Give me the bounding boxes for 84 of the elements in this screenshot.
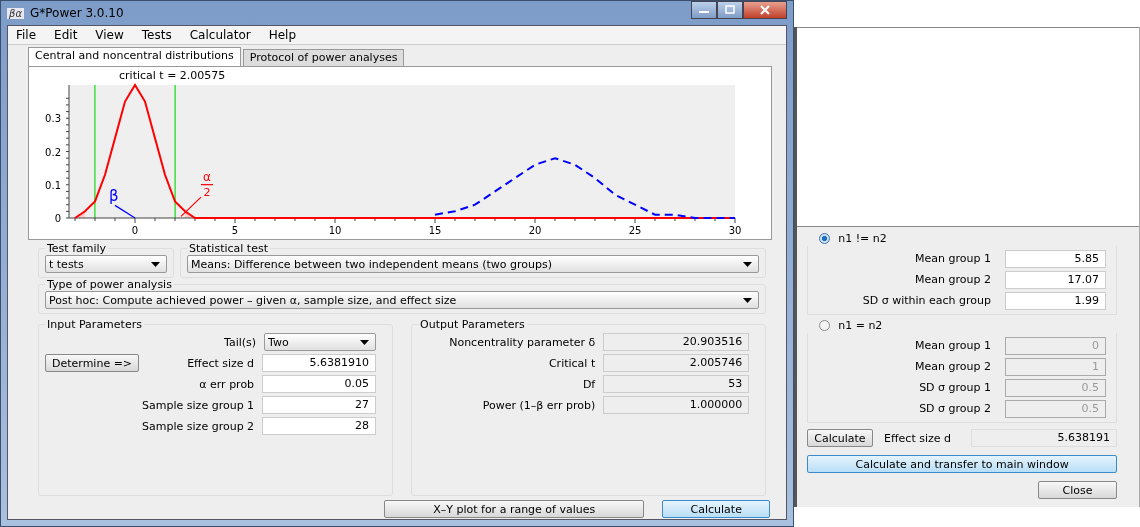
calculate-button[interactable]: Calculate bbox=[662, 500, 771, 518]
radio-label: n1 != n2 bbox=[838, 231, 887, 245]
field-label: Mean group 2 bbox=[915, 273, 991, 286]
group-label: Statistical test bbox=[188, 242, 269, 255]
field-label: Sample size group 2 bbox=[142, 419, 255, 433]
maximize-button[interactable] bbox=[717, 1, 744, 19]
leader-line bbox=[114, 204, 136, 219]
caret-icon bbox=[151, 261, 160, 267]
xy-plot-button[interactable]: X–Y plot for a range of values bbox=[384, 500, 645, 518]
field-label: Noncentrality parameter δ bbox=[449, 335, 596, 349]
output-field: 5.638191 bbox=[971, 429, 1117, 447]
field-label: Effect size d bbox=[884, 431, 951, 445]
close-button[interactable] bbox=[743, 1, 788, 19]
output-field: 20.903516 bbox=[603, 333, 750, 351]
output-field: 1.000000 bbox=[603, 396, 750, 414]
menu-item[interactable]: Edit bbox=[54, 28, 78, 42]
power-analysis-dropdown[interactable]: Post hoc: Compute achieved power – given α, sample size, and effect size bbox=[45, 291, 760, 309]
group-label: Output Parameters bbox=[419, 318, 526, 331]
caret-icon bbox=[743, 261, 753, 267]
x-tick-label: 10 bbox=[328, 225, 342, 236]
y-tick-label: 0.3 bbox=[45, 113, 61, 125]
group-label: Input Parameters bbox=[46, 318, 143, 331]
x-tick-label: 0 bbox=[131, 225, 139, 236]
menu-item[interactable]: Tests bbox=[141, 28, 172, 42]
field-label: Mean group 1 bbox=[915, 339, 991, 352]
y-tick-label: 0 bbox=[54, 213, 61, 224]
input-field[interactable]: 28 bbox=[262, 417, 377, 435]
radio-button[interactable] bbox=[819, 232, 831, 244]
x-tick-label: 25 bbox=[628, 225, 642, 236]
alpha-label: α bbox=[203, 170, 211, 185]
x-tick-label: 30 bbox=[728, 225, 742, 236]
radio-button[interactable] bbox=[819, 319, 831, 331]
field-label: SD σ group 2 bbox=[919, 402, 991, 415]
caret-icon bbox=[743, 297, 753, 303]
leader-line bbox=[180, 196, 202, 217]
input-field[interactable]: 5.6381910 bbox=[262, 354, 377, 372]
tails-dropdown[interactable]: Two bbox=[264, 333, 377, 351]
field-label: Tail(s) bbox=[224, 335, 257, 349]
input-field[interactable]: 0.05 bbox=[262, 375, 377, 393]
determine-button[interactable]: Determine => bbox=[45, 354, 140, 372]
chart-title: critical t = 2.00575 bbox=[119, 69, 226, 82]
app-icon: βα bbox=[7, 7, 24, 19]
input-field[interactable]: 5.85 bbox=[1005, 249, 1106, 268]
close-button[interactable]: Close bbox=[1038, 481, 1117, 499]
y-tick-label: 0.2 bbox=[45, 146, 61, 158]
tab[interactable]: Protocol of power analyses bbox=[242, 49, 405, 66]
field-label: Sample size group 1 bbox=[142, 398, 255, 412]
output-field: 53 bbox=[603, 375, 750, 393]
input-field[interactable]: 27 bbox=[262, 396, 377, 414]
field-label: Mean group 2 bbox=[915, 360, 991, 373]
y-tick-label: 0.1 bbox=[45, 179, 61, 191]
window-title: G*Power 3.0.10 bbox=[30, 6, 125, 20]
test-family-dropdown[interactable]: t tests bbox=[45, 255, 167, 273]
minimize-button[interactable] bbox=[691, 1, 718, 19]
close-icon bbox=[759, 5, 772, 15]
menu-item[interactable]: Calculator bbox=[189, 28, 251, 42]
denominator-label: 2 bbox=[203, 186, 211, 200]
input-field[interactable]: 17.07 bbox=[1005, 270, 1106, 289]
x-tick-label: 5 bbox=[231, 225, 239, 236]
group-label: Test family bbox=[46, 242, 108, 255]
menu-item[interactable]: Help bbox=[268, 28, 296, 42]
x-tick-label: 20 bbox=[528, 225, 542, 236]
field-label: Power (1–β err prob) bbox=[482, 398, 596, 412]
caret-icon bbox=[360, 339, 370, 345]
field-label: Critical t bbox=[548, 356, 596, 370]
calculate-button[interactable]: Calculate bbox=[807, 429, 873, 447]
field-label: Effect size d bbox=[187, 356, 255, 370]
radio-label: n1 = n2 bbox=[838, 318, 883, 332]
transfer-button[interactable]: Calculate and transfer to main window bbox=[807, 455, 1117, 473]
field-label: SD σ within each group bbox=[862, 294, 991, 307]
maximize-icon bbox=[724, 5, 737, 15]
field-label: α err prob bbox=[199, 377, 255, 391]
group-label: Type of power analysis bbox=[46, 278, 173, 291]
beta-label: β bbox=[109, 187, 119, 206]
menu-item[interactable]: File bbox=[16, 28, 37, 42]
statistical-test-dropdown[interactable]: Means: Difference between two independent means (two groups) bbox=[187, 255, 760, 273]
menu-item[interactable]: View bbox=[95, 28, 124, 42]
field-label: Mean group 1 bbox=[915, 252, 991, 265]
input-field[interactable]: 1.99 bbox=[1005, 291, 1106, 310]
output-field: 2.005746 bbox=[603, 354, 750, 372]
field-label: Df bbox=[582, 377, 596, 391]
tab[interactable]: Central and noncentral distributions bbox=[28, 47, 241, 66]
x-tick-label: 15 bbox=[428, 225, 442, 236]
field-label: SD σ group 1 bbox=[919, 381, 991, 394]
